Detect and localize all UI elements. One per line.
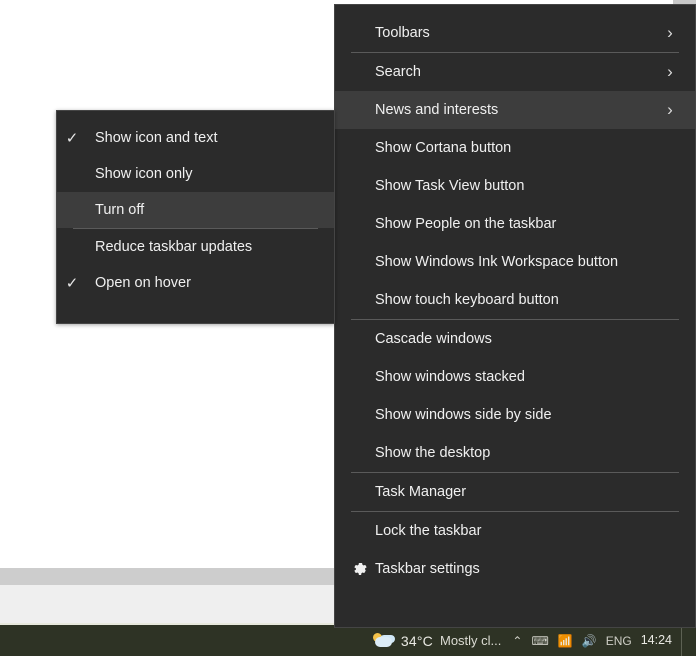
menu-item-label: Show touch keyboard button [375,292,683,308]
gear-icon [345,561,375,577]
submenu-item-label: Turn off [87,202,322,218]
submenu-item-show-icon-and-text[interactable]: ✓Show icon and text [57,120,334,156]
volume-icon[interactable]: 🔊 [582,634,597,648]
menu-item-search[interactable]: Search› [335,53,695,91]
submenu-item-label: Open on hover [87,275,322,291]
menu-item-show-the-desktop[interactable]: Show the desktop [335,434,695,472]
chevron-up-icon[interactable]: ⌃ [512,634,522,648]
taskbar-context-menu[interactable]: Toolbars›Search›News and interests›Show … [334,4,696,628]
chevron-right-icon: › [659,62,681,82]
taskbar-tray[interactable]: 34°C Mostly cl... ⌃ ⌨ 📶 🔊 ENG 14:24 [372,625,696,656]
menu-item-label: Task Manager [375,484,683,500]
network-icon[interactable]: 📶 [558,634,573,648]
touch-keyboard-icon[interactable]: ⌨ [531,634,548,648]
menu-item-show-task-view-button[interactable]: Show Task View button [335,167,695,205]
partly-cloudy-icon [372,633,394,649]
menu-item-lock-the-taskbar[interactable]: Lock the taskbar [335,512,695,550]
menu-item-toolbars[interactable]: Toolbars› [335,14,695,52]
menu-item-show-windows-side-by-side[interactable]: Show windows side by side [335,396,695,434]
weather-temperature: 34°C [401,633,433,649]
menu-item-label: Toolbars [375,25,659,41]
menu-item-cascade-windows[interactable]: Cascade windows [335,320,695,358]
weather-condition: Mostly cl... [440,633,501,648]
menu-item-label: Cascade windows [375,331,683,347]
menu-item-show-touch-keyboard-button[interactable]: Show touch keyboard button [335,281,695,319]
submenu-item-label: Show icon only [87,166,322,182]
menu-item-news-and-interests[interactable]: News and interests› [335,91,695,129]
menu-item-label: News and interests [375,102,659,118]
taskbar-clock[interactable]: 14:24 [641,634,672,647]
menu-item-label: Show Task View button [375,178,683,194]
submenu-item-label: Reduce taskbar updates [87,239,322,255]
menu-item-show-people-on-the-taskbar[interactable]: Show People on the taskbar [335,205,695,243]
submenu-item-show-icon-only[interactable]: Show icon only [57,156,334,192]
menu-item-label: Show the desktop [375,445,683,461]
menu-item-label: Taskbar settings [375,561,683,577]
menu-top-padding [335,5,695,14]
menu-item-label: Show Windows Ink Workspace button [375,254,683,270]
news-and-interests-submenu[interactable]: ✓Show icon and textShow icon onlyTurn of… [56,110,335,324]
taskbar-news-and-interests-widget[interactable]: 34°C Mostly cl... [372,633,502,649]
show-desktop-button[interactable] [681,625,690,656]
submenu-item-open-on-hover[interactable]: ✓Open on hover [57,265,334,301]
chevron-right-icon: › [659,23,681,43]
menu-item-show-cortana-button[interactable]: Show Cortana button [335,129,695,167]
checkmark-icon: ✓ [57,276,87,291]
menu-item-label: Search [375,64,659,80]
menu-item-label: Show windows side by side [375,407,683,423]
submenu-item-reduce-taskbar-updates[interactable]: Reduce taskbar updates [57,229,334,265]
menu-item-label: Show People on the taskbar [375,216,683,232]
menu-item-show-windows-ink-workspace-button[interactable]: Show Windows Ink Workspace button [335,243,695,281]
submenu-item-turn-off[interactable]: Turn off [57,192,334,228]
submenu-top-padding [57,111,334,120]
checkmark-icon: ✓ [57,131,87,146]
menu-item-label: Show windows stacked [375,369,683,385]
menu-item-label: Show Cortana button [375,140,683,156]
menu-item-show-windows-stacked[interactable]: Show windows stacked [335,358,695,396]
taskbar-context-menu-items: Toolbars›Search›News and interests›Show … [335,14,695,588]
chevron-right-icon: › [659,100,681,120]
menu-item-taskbar-settings[interactable]: Taskbar settings [335,550,695,588]
news-and-interests-submenu-items: ✓Show icon and textShow icon onlyTurn of… [57,120,334,301]
menu-item-task-manager[interactable]: Task Manager [335,473,695,511]
language-indicator[interactable]: ENG [606,634,632,648]
menu-item-label: Lock the taskbar [375,523,683,539]
submenu-item-label: Show icon and text [87,130,322,146]
taskbar[interactable]: 34°C Mostly cl... ⌃ ⌨ 📶 🔊 ENG 14:24 [0,625,696,656]
